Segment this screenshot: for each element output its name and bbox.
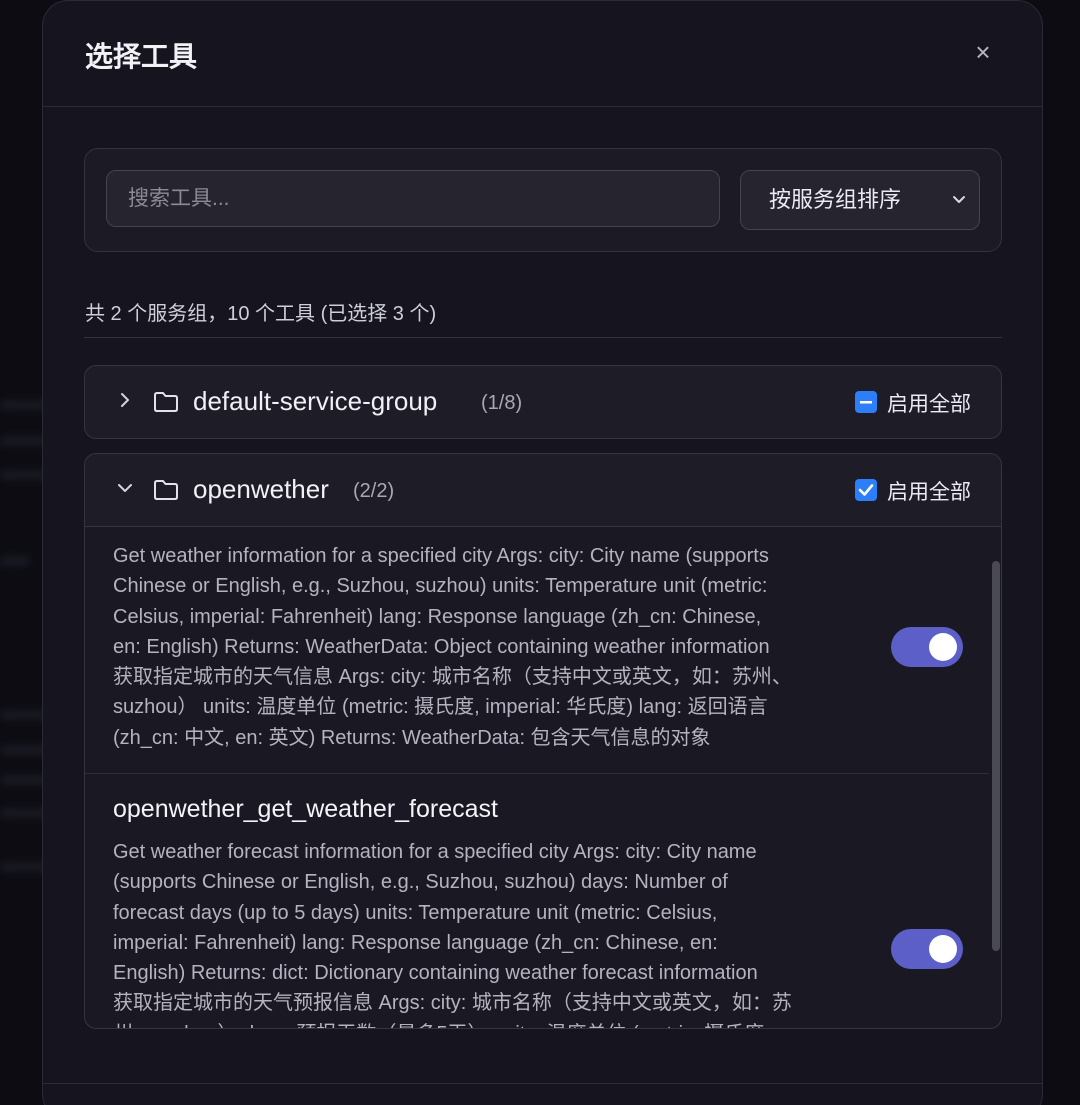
service-group-openwether: openwether (2/2) 启用全部 openwether_get_wea… [84, 453, 1002, 1029]
tool-name: openwether_get_weather [113, 527, 395, 528]
filter-panel: 按服务组排序 [84, 148, 1002, 252]
description-line: Celsius, imperial: Fahrenheit) lang: Res… [113, 605, 762, 628]
select-all-label[interactable]: 启用全部 [887, 476, 971, 506]
tool-description: Get weather forecast information for a s… [113, 837, 873, 1028]
tool-description: Get weather information for a specified … [113, 541, 873, 753]
tool-item: openwether_get_weather Get weather infor… [85, 527, 989, 773]
chevron-down-icon [951, 171, 967, 254]
sort-select[interactable]: 按服务组排序 [740, 170, 980, 230]
description-line: English) Returns: dict: Dictionary conta… [113, 962, 758, 985]
description-line: Get weather information for a specified … [113, 545, 769, 567]
description-line: Get weather forecast information for a s… [113, 841, 757, 863]
select-tools-dialog: 选择工具 × 按服务组排序 共 2 个服务组，10 个工具 (已选择 3 个) … [42, 0, 1043, 1105]
search-input[interactable] [106, 170, 720, 227]
tool-item: openwether_get_weather_forecast Get weat… [85, 795, 989, 1028]
chevron-down-icon[interactable] [115, 476, 135, 500]
tool-summary: 共 2 个服务组，10 个工具 (已选择 3 个) [85, 303, 437, 325]
select-all-label[interactable]: 启用全部 [887, 388, 971, 418]
toggle-knob [929, 633, 957, 661]
select-all-checkbox[interactable] [855, 479, 877, 501]
tool-enable-toggle[interactable] [891, 929, 963, 969]
description-line: en: English) Returns: WeatherData: Objec… [113, 635, 770, 658]
group-header[interactable]: default-service-group (1/8) 启用全部 [85, 366, 1001, 438]
dialog-title: 选择工具 [85, 41, 198, 72]
description-line: 获取指定城市的天气预报信息 Args: city: 城市名称（支持中文或英文，如… [113, 992, 792, 1015]
description-line: 州、suzhou） days: 预报天数（最多5天） units: 温度单位 (… [113, 1019, 873, 1028]
close-icon[interactable]: × [970, 39, 996, 65]
description-line: imperial: Fahrenheit) lang: Response lan… [113, 931, 718, 954]
group-count: (1/8) [481, 392, 523, 414]
folder-icon [153, 479, 179, 501]
scrollbar[interactable] [989, 527, 1001, 1028]
group-name: openwether [193, 474, 329, 504]
toggle-knob [929, 935, 957, 963]
group-header[interactable]: openwether (2/2) 启用全部 [85, 454, 1001, 526]
description-line: suzhou） units: 温度单位 (metric: 摄氏度, imperi… [113, 696, 768, 719]
group-count: (2/2) [353, 480, 395, 502]
service-group-default: default-service-group (1/8) 启用全部 [84, 365, 1002, 439]
description-line: (zh_cn: 中文, en: 英文) Returns: WeatherData… [113, 726, 711, 749]
description-line: 获取指定城市的天气信息 Args: city: 城市名称（支持中文或英文，如：苏… [113, 666, 792, 689]
footer-divider [43, 1083, 1042, 1084]
chevron-right-icon[interactable] [115, 388, 135, 412]
select-all-checkbox[interactable] [855, 391, 877, 413]
description-line: (supports Chinese or English, e.g., Suzh… [113, 871, 728, 894]
tool-list[interactable]: openwether_get_weather Get weather infor… [85, 526, 1001, 1028]
tool-enable-toggle[interactable] [891, 627, 963, 667]
scrollbar-thumb[interactable] [992, 561, 1000, 951]
description-line: Chinese or English, e.g., Suzhou, suzhou… [113, 575, 768, 598]
divider [84, 337, 1002, 338]
item-divider [85, 773, 989, 774]
description-line: forecast days (up to 5 days) units: Temp… [113, 901, 718, 924]
group-name: default-service-group [193, 386, 438, 416]
dialog-header: 选择工具 × [43, 1, 1042, 107]
folder-icon [153, 391, 179, 413]
sort-select-value: 按服务组排序 [769, 187, 902, 212]
tool-name: openwether_get_weather_forecast [113, 795, 498, 823]
